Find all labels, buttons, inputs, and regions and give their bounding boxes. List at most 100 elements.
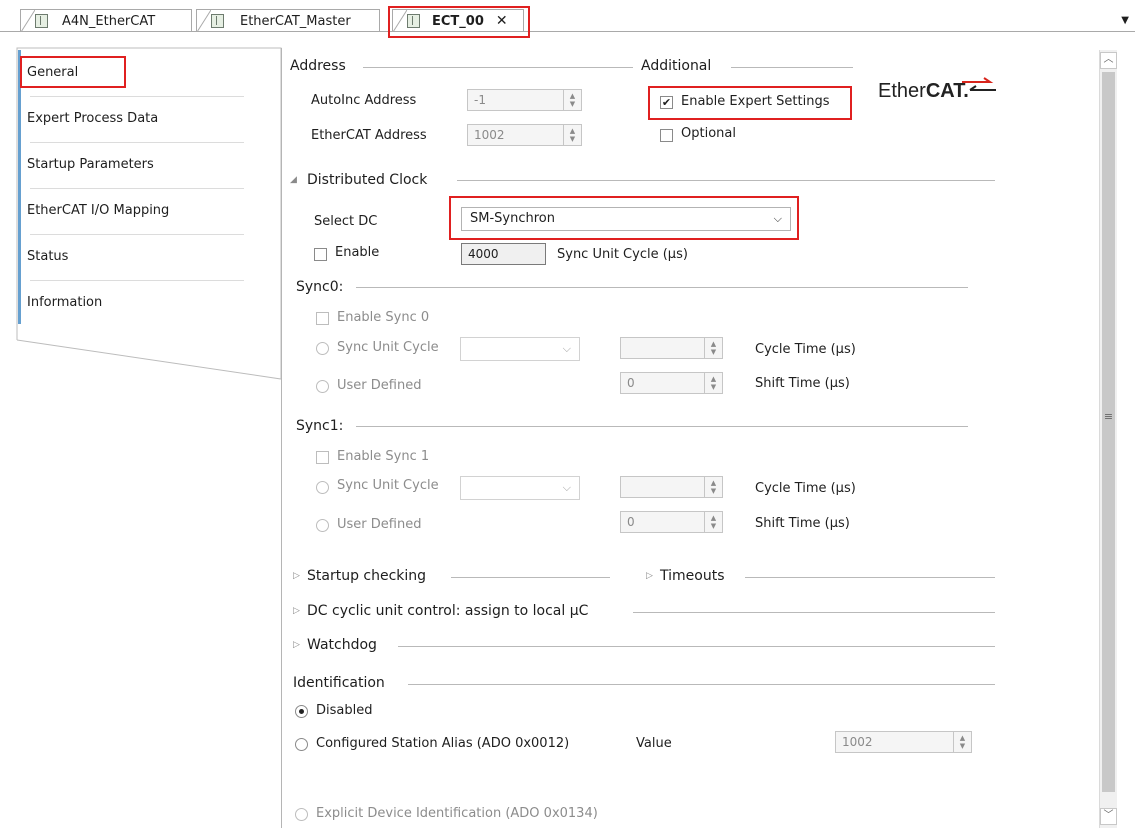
spin-arrows-icon[interactable]: ▲ ▼ xyxy=(563,90,581,110)
editor-tab-bar: A4N_EtherCAT EtherCAT_Master ECT_00 ✕ ▼ xyxy=(0,0,1135,40)
device-icon xyxy=(211,14,224,28)
additional-section-title: Additional xyxy=(641,58,712,74)
chevron-down-icon: ⌵ xyxy=(773,212,782,225)
ethercat-address-label: EtherCAT Address xyxy=(311,128,427,143)
divider xyxy=(356,287,968,288)
sidebar-item-label: EtherCAT I/O Mapping xyxy=(27,202,170,218)
divider xyxy=(363,67,633,68)
sidebar-item-information[interactable]: Information xyxy=(18,279,268,325)
divider xyxy=(731,67,853,68)
enable-sync0-checkbox[interactable] xyxy=(316,312,329,325)
sync1-shift-time-value: 0 xyxy=(627,515,635,529)
spin-arrows-icon[interactable]: ▲ ▼ xyxy=(953,732,971,752)
sidebar-item-io-mapping[interactable]: EtherCAT I/O Mapping xyxy=(18,187,268,233)
autoinc-address-field[interactable]: -1 ▲ ▼ xyxy=(467,89,582,111)
timeouts-title[interactable]: Timeouts xyxy=(660,568,724,584)
divider xyxy=(356,426,968,427)
sync1-shift-time-label: Shift Time (µs) xyxy=(755,516,850,531)
ethercat-address-field[interactable]: 1002 ▲ ▼ xyxy=(467,124,582,146)
tab-edge xyxy=(197,10,211,32)
divider xyxy=(745,577,995,578)
expand-triangle-icon[interactable]: ▷ xyxy=(646,571,653,581)
tab-label: ECT_00 xyxy=(432,13,484,29)
enable-expert-settings-checkbox[interactable]: ✔ xyxy=(660,96,673,109)
watchdog-title[interactable]: Watchdog xyxy=(307,637,377,653)
station-alias-value: 1002 xyxy=(842,735,873,749)
optional-checkbox[interactable] xyxy=(660,129,673,142)
ethercat-logo-arrows xyxy=(962,77,996,91)
chevron-down-icon: ⌵ xyxy=(562,481,571,494)
sidebar-item-status[interactable]: Status xyxy=(18,233,268,279)
sync0-shift-time-label: Shift Time (µs) xyxy=(755,376,850,391)
sync0-unit-cycle-radio[interactable] xyxy=(316,342,329,355)
divider xyxy=(408,684,995,685)
tab-a4n-ethercat[interactable]: A4N_EtherCAT xyxy=(20,9,192,32)
sync1-cycle-time-label: Cycle Time (µs) xyxy=(755,481,856,496)
sync0-shift-time-field[interactable]: 0 ▲ ▼ xyxy=(620,372,723,394)
sync1-cycle-time-field[interactable]: ▲ ▼ xyxy=(620,476,723,498)
collapse-triangle-icon[interactable]: ◢ xyxy=(290,175,297,185)
station-alias-value-field[interactable]: 1002 ▲ ▼ xyxy=(835,731,972,753)
dc-cyclic-unit-control-title[interactable]: DC cyclic unit control: assign to local … xyxy=(307,603,588,619)
enable-dc-checkbox[interactable] xyxy=(314,248,327,261)
explicit-identification-radio[interactable] xyxy=(295,808,308,821)
sync1-unit-cycle-dropdown[interactable]: ⌵ xyxy=(460,476,580,500)
vertical-scrollbar[interactable]: ︿ ≡ ﹀ xyxy=(1099,50,1117,828)
spin-arrows-icon[interactable]: ▲ ▼ xyxy=(704,477,722,497)
startup-checking-title[interactable]: Startup checking xyxy=(307,568,426,584)
expand-triangle-icon[interactable]: ▷ xyxy=(293,640,300,650)
identification-disabled-radio[interactable] xyxy=(295,705,308,718)
station-alias-radio[interactable] xyxy=(295,738,308,751)
sidebar-item-general[interactable]: General xyxy=(18,49,268,95)
select-dc-value: SM-Synchron xyxy=(470,211,555,226)
identification-disabled-label: Disabled xyxy=(316,703,373,718)
tab-edge xyxy=(21,10,35,32)
sync1-user-defined-label: User Defined xyxy=(337,517,422,532)
autoinc-address-label: AutoInc Address xyxy=(311,93,417,108)
enable-sync1-checkbox[interactable] xyxy=(316,451,329,464)
divider xyxy=(451,577,610,578)
tab-ect-00[interactable]: ECT_00 ✕ xyxy=(392,9,524,32)
enable-sync0-label: Enable Sync 0 xyxy=(337,310,430,325)
sync-unit-cycle-field[interactable]: 4000 xyxy=(461,243,546,265)
sync0-shift-time-value: 0 xyxy=(627,376,635,390)
ethercat-logo: EtherCAT. xyxy=(878,80,969,103)
value-label: Value xyxy=(636,736,672,751)
tab-label: A4N_EtherCAT xyxy=(62,13,156,29)
sidebar-item-expert-process-data[interactable]: Expert Process Data xyxy=(18,95,268,141)
sidebar-item-label: Expert Process Data xyxy=(27,110,159,126)
sync1-shift-time-field[interactable]: 0 ▲ ▼ xyxy=(620,511,723,533)
close-icon[interactable]: ✕ xyxy=(496,13,508,29)
spin-arrows-icon[interactable]: ▲ ▼ xyxy=(563,125,581,145)
sync1-user-defined-radio[interactable] xyxy=(316,519,329,532)
distributed-clock-title: Distributed Clock xyxy=(307,172,428,188)
tab-overflow-menu-icon[interactable]: ▼ xyxy=(1121,15,1129,26)
select-dc-dropdown[interactable]: SM-Synchron ⌵ xyxy=(461,207,791,231)
divider xyxy=(398,646,995,647)
sync0-cycle-time-field[interactable]: ▲ ▼ xyxy=(620,337,723,359)
expand-triangle-icon[interactable]: ▷ xyxy=(293,571,300,581)
sync-unit-cycle-label: Sync Unit Cycle (µs) xyxy=(557,247,688,262)
spin-arrows-icon[interactable]: ▲ ▼ xyxy=(704,512,722,532)
scrollbar-thumb[interactable] xyxy=(1102,72,1115,792)
logo-text: Ether xyxy=(878,80,926,102)
tab-ethercat-master[interactable]: EtherCAT_Master xyxy=(196,9,380,32)
spin-arrows-icon[interactable]: ▲ ▼ xyxy=(704,373,722,393)
sync0-unit-cycle-dropdown[interactable]: ⌵ xyxy=(460,337,580,361)
sidebar-item-startup-parameters[interactable]: Startup Parameters xyxy=(18,141,268,187)
sync-unit-cycle-value: 4000 xyxy=(468,247,499,261)
sidebar-item-label: Startup Parameters xyxy=(27,156,154,172)
expand-triangle-icon[interactable]: ▷ xyxy=(293,606,300,616)
spin-arrows-icon[interactable]: ▲ ▼ xyxy=(704,338,722,358)
sidebar-item-label: Status xyxy=(27,248,69,264)
optional-label: Optional xyxy=(681,126,736,141)
address-section-title: Address xyxy=(290,58,346,74)
enable-expert-settings-label: Enable Expert Settings xyxy=(681,94,830,109)
scroll-down-icon[interactable]: ﹀ xyxy=(1100,808,1117,825)
sync0-user-defined-radio[interactable] xyxy=(316,380,329,393)
sync1-unit-cycle-radio[interactable] xyxy=(316,481,329,494)
enable-sync1-label: Enable Sync 1 xyxy=(337,449,430,464)
scroll-up-icon[interactable]: ︿ xyxy=(1100,52,1117,69)
divider xyxy=(457,180,995,181)
sync0-title: Sync0: xyxy=(296,279,344,295)
